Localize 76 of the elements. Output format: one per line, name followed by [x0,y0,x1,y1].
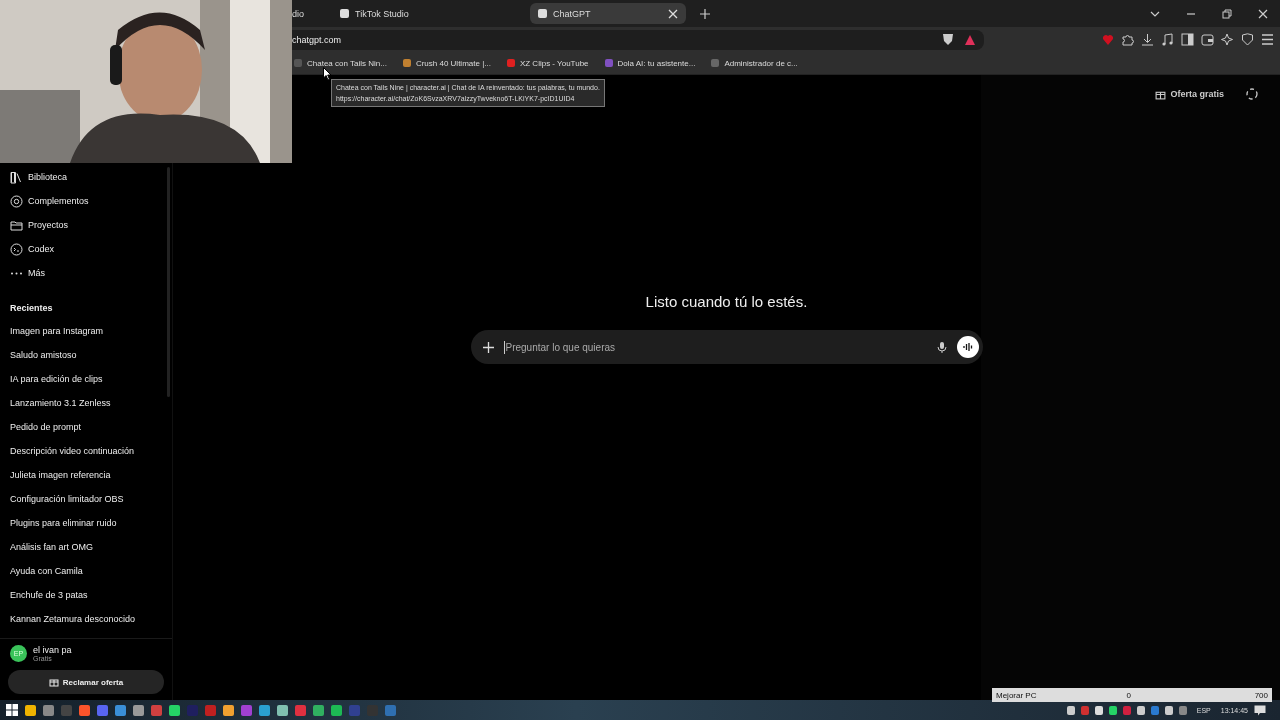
sidebar-item[interactable]: Más [6,261,166,285]
sidebar-item[interactable]: Codex [6,237,166,261]
bookmark[interactable]: Chatea con Tails Nin... [292,56,389,70]
user-name: el ivan pa [33,645,72,655]
waveform-icon [961,341,974,353]
widget-label: Mejorar PC [996,690,1037,700]
app-icon[interactable] [331,704,342,716]
sidebar-item[interactable]: Biblioteca [6,165,166,189]
new-tab-icon[interactable] [700,8,710,19]
notification-icon[interactable] [1254,704,1266,716]
chat-history-item[interactable]: Lanzamiento 3.1 Zenless [6,391,166,415]
browser-tab[interactable]: dio [292,3,330,24]
chat-history-item[interactable]: Ayuda con Camila [6,559,166,583]
bookmark[interactable]: Administrador de c... [709,56,800,70]
composer-bar[interactable]: Preguntar lo que quieras [470,330,983,364]
bookmark[interactable]: XZ Clips - YouTube [504,56,591,70]
wallet-icon[interactable] [1201,33,1214,46]
microphone-icon[interactable] [936,340,947,354]
chat-history-item[interactable]: Análisis fan art OMG [6,535,166,559]
heart-icon[interactable] [1102,33,1114,46]
browser-tab[interactable]: TikTok Studio [332,3,488,24]
app-icon[interactable] [115,704,126,716]
address-bar[interactable]: chatgpt.com [292,29,984,50]
app-icon[interactable] [43,704,54,716]
sidebar-item[interactable]: Proyectos [6,213,166,237]
app-icon[interactable] [133,704,144,716]
app-icon[interactable] [169,704,180,716]
plus-icon[interactable] [482,341,494,353]
sidebar-item[interactable]: Complementos [6,189,166,213]
section-heading: Recientes [9,302,54,315]
close-icon[interactable] [668,8,678,19]
voice-mode-button[interactable] [956,336,979,358]
sparkle-icon[interactable] [1221,33,1234,46]
code-icon [10,242,23,256]
app-icon[interactable] [277,704,288,716]
chat-history-item[interactable]: Descripción video continuación [6,439,166,463]
chat-history-item[interactable]: Julieta imagen referencia [6,463,166,487]
widget-value: 0 [1126,690,1131,700]
claim-offer-button[interactable]: Reclamar oferta [8,670,164,694]
free-offer-button[interactable]: Oferta gratis [1149,87,1230,101]
app-icon[interactable] [259,704,270,716]
chat-history-item[interactable]: Plugins para eliminar ruido [6,511,166,535]
chat-history-item[interactable]: Enchufe de 3 patas [6,583,166,607]
folder-icon [10,218,23,232]
download-icon[interactable] [1141,33,1154,46]
chat-history-item[interactable]: Configuración limitador OBS [6,487,166,511]
bookmark[interactable]: Crush 40 Ultimate |... [400,56,493,70]
tab-favicon-icon [340,9,349,18]
app-icon[interactable] [223,704,234,716]
dashed-circle-icon[interactable] [1246,88,1258,100]
windows-icon[interactable] [6,704,18,716]
music-icon[interactable] [1161,33,1174,46]
cursor-icon [323,67,333,81]
chat-history-item[interactable]: Pedido de prompt [6,415,166,439]
chat-history-item[interactable]: IA para edición de clips [6,367,166,391]
prompt-input[interactable]: Preguntar lo que quieras [503,340,927,354]
menu-icon[interactable] [1261,33,1274,46]
widget-max: 700 [1254,690,1268,700]
app-icon[interactable] [79,704,90,716]
app-icon[interactable] [313,704,324,716]
tab-favicon-icon [538,9,547,18]
shield-icon[interactable] [942,33,954,46]
chat-history-item[interactable]: Saludo amistoso [6,343,166,367]
books-icon [10,170,23,184]
puzzle-icon[interactable] [1121,33,1134,46]
chat-history-item[interactable]: Imagen para Instagram [6,319,166,343]
close-icon[interactable] [1258,8,1268,19]
greeting-heading: Listo cuando tú lo estés. [645,293,808,310]
chat-history-item[interactable]: Kannan Zetamura desconocido [6,607,166,631]
sidebar-icon[interactable] [1181,33,1194,46]
app-icon[interactable] [25,704,36,716]
browser-tab[interactable]: ChatGPT [530,3,686,24]
triangle-icon[interactable] [964,33,976,46]
restore-icon[interactable] [1222,8,1232,19]
bookmark[interactable]: Dola AI: tu asistente... [602,56,698,70]
vpn-shield-icon[interactable] [1241,33,1254,46]
